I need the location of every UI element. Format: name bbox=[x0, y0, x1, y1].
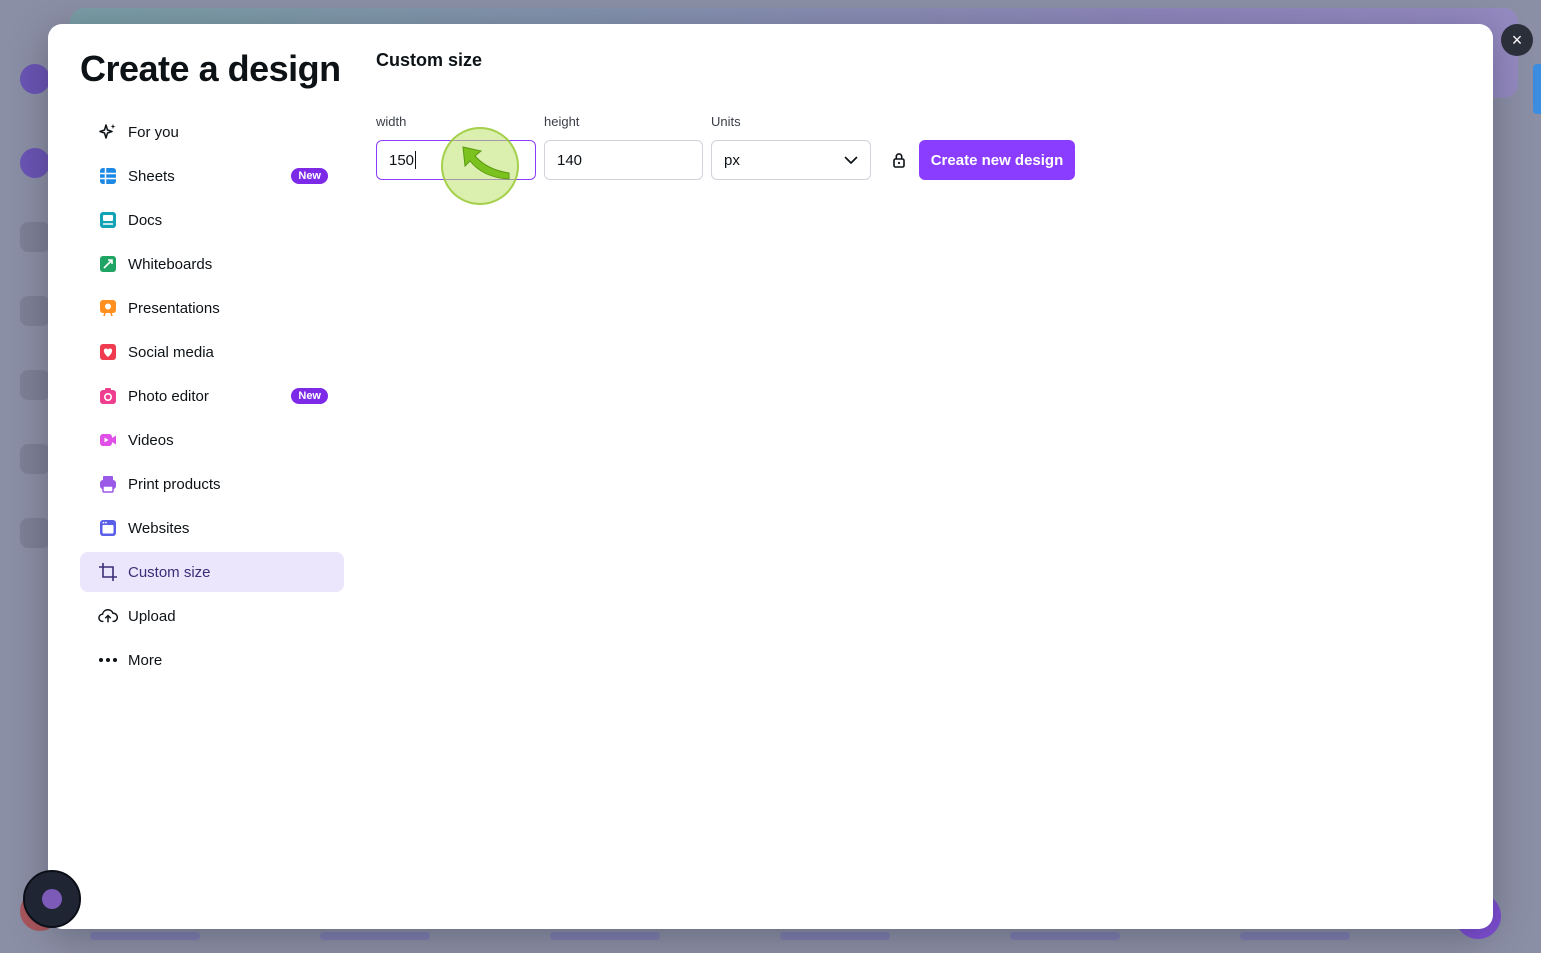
nav-label: Upload bbox=[128, 607, 176, 625]
background-avatar bbox=[20, 64, 50, 94]
docs-icon bbox=[98, 210, 118, 230]
background-strip bbox=[90, 927, 1510, 945]
new-badge: New bbox=[291, 388, 328, 404]
nav-label: Presentations bbox=[128, 299, 220, 317]
background-rail-icon bbox=[20, 370, 50, 400]
width-value: 150 bbox=[389, 151, 415, 169]
height-label: height bbox=[544, 114, 580, 129]
units-value: px bbox=[724, 151, 740, 169]
presentation-icon bbox=[98, 298, 118, 318]
nav-item-custom-size[interactable]: Custom size bbox=[80, 552, 344, 592]
assistant-bubble[interactable] bbox=[23, 870, 81, 928]
heart-icon bbox=[98, 342, 118, 362]
nav-item-photo-editor[interactable]: Photo editor New bbox=[80, 376, 344, 416]
design-type-nav: For you Sheets New Docs Whiteboards Pres… bbox=[80, 112, 344, 684]
units-select[interactable]: px bbox=[711, 140, 871, 180]
nav-label: Sheets bbox=[128, 167, 175, 185]
custom-size-title: Custom size bbox=[376, 50, 483, 70]
sparkle-icon bbox=[98, 122, 118, 142]
nav-label: Whiteboards bbox=[128, 255, 213, 273]
modal-title: Create a design bbox=[80, 48, 341, 89]
camera-icon bbox=[98, 386, 118, 406]
nav-item-docs[interactable]: Docs bbox=[80, 200, 344, 240]
whiteboard-icon bbox=[98, 254, 118, 274]
text-caret bbox=[415, 151, 417, 169]
nav-item-whiteboards[interactable]: Whiteboards bbox=[80, 244, 344, 284]
crop-icon bbox=[98, 562, 118, 582]
nav-label: Custom size bbox=[128, 563, 211, 581]
assistant-icon bbox=[42, 889, 62, 909]
printer-icon bbox=[98, 474, 118, 494]
cursor-arrow-icon bbox=[462, 146, 510, 180]
nav-label: Videos bbox=[128, 431, 174, 449]
nav-label: Social media bbox=[128, 343, 214, 361]
nav-item-social-media[interactable]: Social media bbox=[80, 332, 344, 372]
nav-item-for-you[interactable]: For you bbox=[80, 112, 344, 152]
background-rail-icon bbox=[20, 222, 50, 252]
nav-label: Websites bbox=[128, 519, 190, 537]
height-value: 140 bbox=[557, 151, 583, 169]
nav-item-print-products[interactable]: Print products bbox=[80, 464, 344, 504]
nav-label: More bbox=[128, 651, 163, 669]
nav-item-sheets[interactable]: Sheets New bbox=[80, 156, 344, 196]
sheets-icon bbox=[98, 166, 118, 186]
nav-item-websites[interactable]: Websites bbox=[80, 508, 344, 548]
nav-label: For you bbox=[128, 123, 179, 141]
nav-item-upload[interactable]: Upload bbox=[80, 596, 344, 636]
background-rail-icon bbox=[20, 148, 50, 178]
background-rail-icon bbox=[20, 518, 50, 548]
height-input[interactable]: 140 bbox=[544, 140, 703, 180]
create-design-modal: Create a design For you Sheets New Docs bbox=[48, 24, 1493, 929]
background-accent bbox=[1533, 64, 1541, 114]
nav-item-presentations[interactable]: Presentations bbox=[80, 288, 344, 328]
more-dots-icon bbox=[98, 650, 118, 670]
lock-aspect-ratio-button[interactable] bbox=[888, 148, 910, 172]
new-badge: New bbox=[291, 168, 328, 184]
video-icon bbox=[98, 430, 118, 450]
nav-label: Print products bbox=[128, 475, 221, 493]
upload-cloud-icon bbox=[98, 606, 118, 626]
lock-icon bbox=[893, 153, 905, 168]
background-rail-icon bbox=[20, 296, 50, 326]
close-icon: × bbox=[1511, 30, 1523, 50]
units-label: Units bbox=[711, 114, 741, 129]
nav-item-videos[interactable]: Videos bbox=[80, 420, 344, 460]
close-modal-button[interactable]: × bbox=[1501, 24, 1533, 56]
background-rail-icon bbox=[20, 444, 50, 474]
chevron-down-icon bbox=[844, 156, 858, 165]
create-new-design-button[interactable]: Create new design bbox=[919, 140, 1075, 180]
nav-label: Photo editor bbox=[128, 387, 209, 405]
width-label: width bbox=[376, 114, 407, 129]
website-icon bbox=[98, 518, 118, 538]
nav-label: Docs bbox=[128, 211, 163, 229]
nav-item-more[interactable]: More bbox=[80, 640, 344, 680]
